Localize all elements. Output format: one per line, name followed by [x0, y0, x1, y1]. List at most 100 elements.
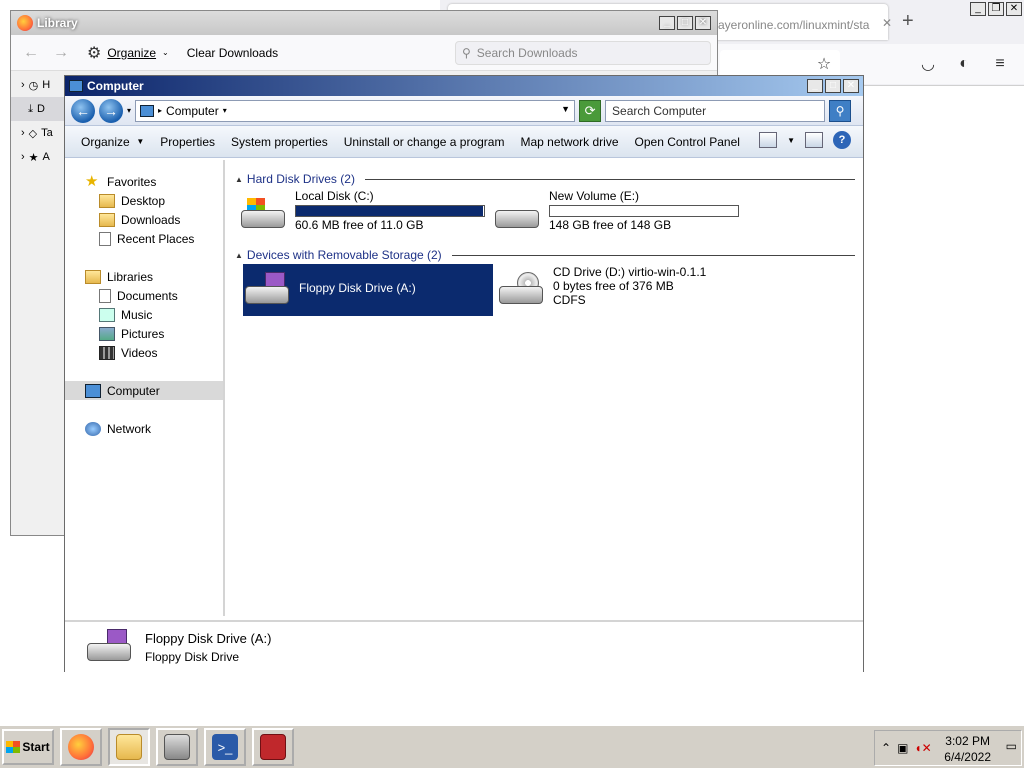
details-pane: Floppy Disk Drive (A:) Floppy Disk Drive — [65, 620, 863, 672]
open-control-panel-button[interactable]: Open Control Panel — [627, 130, 748, 154]
computer-titlebar[interactable]: Computer _ □ ✕ — [65, 76, 863, 96]
uninstall-program-button[interactable]: Uninstall or change a program — [336, 130, 513, 154]
new-tab-button[interactable]: + — [902, 10, 914, 33]
music-icon — [99, 307, 115, 322]
library-close-button[interactable]: ✕ — [695, 16, 711, 30]
action-center-icon[interactable]: ▭ — [1006, 739, 1017, 753]
help-icon[interactable]: ? — [833, 131, 851, 149]
sidebar-item-tags[interactable]: › ◇ Ta — [11, 121, 71, 145]
forward-button[interactable]: → — [99, 98, 123, 123]
show-hidden-icons[interactable]: ⌃ — [881, 741, 891, 755]
taskbar-server-manager-button[interactable] — [156, 728, 198, 766]
forward-arrow-icon[interactable]: → — [51, 44, 71, 62]
bookmark-star-icon[interactable]: ☆ — [812, 52, 836, 76]
nav-libraries[interactable]: Libraries — [65, 267, 223, 286]
address-crumb[interactable]: Computer — [166, 104, 219, 118]
nav-music[interactable]: Music — [65, 305, 223, 324]
url-bar[interactable]: ☆ — [720, 50, 840, 78]
address-dropdown-icon[interactable]: ▼ — [561, 104, 570, 114]
navigation-pane: ★ Favorites Desktop Downloads Recent Plac… — [65, 160, 225, 616]
search-icon[interactable]: ⚲ — [829, 99, 852, 122]
taskbar: Start >_ ⌃ ▣ ◖✕ 3:02 PM 6/4/2022 ▭ — [0, 724, 1024, 768]
clear-downloads-button[interactable]: Clear Downloads — [187, 46, 278, 60]
firefox-icon — [68, 734, 94, 760]
preview-pane-icon[interactable] — [805, 132, 823, 148]
close-button[interactable]: ✕ — [843, 79, 859, 93]
nav-documents[interactable]: Documents — [65, 286, 223, 305]
network-icon — [85, 421, 101, 436]
nav-computer[interactable]: Computer — [65, 381, 223, 400]
star-icon: ★ — [85, 172, 99, 190]
taskbar-toolbox-button[interactable] — [252, 728, 294, 766]
drive-usage-bar — [549, 205, 739, 217]
download-icon: ⤓ — [28, 102, 33, 115]
network-tray-icon[interactable]: ▣ — [897, 741, 908, 755]
library-title: Library — [37, 16, 78, 30]
tab-title: ayeronline.com/linuxmint/sta — [718, 18, 870, 32]
nav-network[interactable]: Network — [65, 419, 223, 438]
nav-favorites[interactable]: ★ Favorites — [65, 172, 223, 191]
back-arrow-icon[interactable]: ← — [21, 44, 41, 62]
library-organize-button[interactable]: ⚙ Organize ⌄ — [87, 43, 169, 63]
nav-desktop[interactable]: Desktop — [65, 191, 223, 210]
floppy-drive-icon — [243, 272, 291, 308]
videos-icon — [99, 345, 115, 360]
minimize-button[interactable]: _ — [970, 2, 986, 16]
start-button[interactable]: Start — [2, 729, 54, 765]
drive-filesystem: CDFS — [553, 293, 586, 307]
organize-button[interactable]: Organize ▼ — [73, 130, 152, 154]
star-icon: ★ — [28, 151, 39, 164]
maximize-button[interactable]: □ — [825, 79, 841, 93]
drive-free-space: 60.6 MB free of 11.0 GB — [295, 218, 424, 232]
system-properties-button[interactable]: System properties — [223, 130, 336, 154]
sidebar-item-downloads[interactable]: ⤓ D — [11, 97, 71, 121]
taskbar-explorer-button[interactable] — [108, 728, 150, 766]
refresh-button[interactable]: ⟳ — [579, 99, 602, 122]
back-button[interactable]: ← — [71, 98, 95, 123]
map-network-drive-button[interactable]: Map network drive — [512, 130, 626, 154]
drive-new-volume-e[interactable]: New Volume (E:) 148 GB free of 148 GB — [493, 188, 743, 240]
view-dropdown-icon[interactable]: ▼ — [787, 136, 795, 145]
recent-pages-dropdown[interactable]: ▾ — [127, 106, 131, 115]
nav-videos[interactable]: Videos — [65, 343, 223, 362]
group-hard-disk-drives[interactable]: ▲ Hard Disk Drives (2) — [235, 172, 855, 186]
taskbar-firefox-button[interactable] — [60, 728, 102, 766]
minimize-button[interactable]: _ — [807, 79, 823, 93]
collapse-icon: ▲ — [235, 250, 243, 260]
clock[interactable]: 3:02 PM 6/4/2022 — [944, 733, 991, 765]
menu-icon[interactable]: ≡ — [988, 52, 1012, 76]
details-title: Floppy Disk Drive (A:) — [145, 630, 272, 646]
close-button[interactable]: ✕ — [1006, 2, 1022, 16]
volume-muted-icon[interactable]: ◖✕ — [914, 741, 931, 755]
library-search-input[interactable]: ⚲ Search Downloads — [455, 41, 711, 65]
address-bar[interactable]: ▸ Computer ▾ ▼ — [135, 99, 576, 122]
account-icon[interactable]: ◐ — [952, 52, 976, 76]
powershell-icon: >_ — [212, 734, 238, 760]
change-view-icon[interactable] — [759, 132, 778, 148]
library-titlebar[interactable]: Library _ □ ✕ — [11, 11, 717, 35]
drive-local-disk-c[interactable]: Local Disk (C:) 60.6 MB free of 11.0 GB — [239, 188, 489, 240]
clock-date: 6/4/2022 — [944, 750, 991, 764]
nav-recent-places[interactable]: Recent Places — [65, 229, 223, 248]
drive-cd-d[interactable]: CD Drive (D:) virtio-win-0.1.1 0 bytes f… — [497, 264, 757, 316]
computer-icon — [85, 383, 101, 398]
library-minimize-button[interactable]: _ — [659, 16, 675, 30]
group-removable-storage[interactable]: ▲ Devices with Removable Storage (2) — [235, 248, 855, 262]
drive-floppy-a[interactable]: Floppy Disk Drive (A:) — [243, 264, 493, 316]
recent-places-icon — [99, 231, 111, 246]
restore-button[interactable]: ❐ — [988, 2, 1004, 16]
library-maximize-button[interactable]: □ — [677, 16, 693, 30]
search-icon: ⚲ — [462, 46, 471, 60]
sidebar-item-history[interactable]: › ◷ H — [11, 73, 71, 97]
taskbar-powershell-button[interactable]: >_ — [204, 728, 246, 766]
search-input[interactable]: Search Computer — [605, 99, 826, 122]
nav-pictures[interactable]: Pictures — [65, 324, 223, 343]
drive-name: CD Drive (D:) virtio-win-0.1.1 — [553, 265, 707, 279]
pocket-icon[interactable]: ◡ — [916, 52, 940, 76]
drive-name: Local Disk (C:) — [295, 189, 374, 203]
library-search-placeholder: Search Downloads — [476, 46, 578, 60]
sidebar-item-all-bookmarks[interactable]: › ★ A — [11, 145, 71, 169]
nav-downloads[interactable]: Downloads — [65, 210, 223, 229]
properties-button[interactable]: Properties — [152, 130, 223, 154]
tab-close-icon[interactable]: ✕ — [882, 16, 892, 30]
